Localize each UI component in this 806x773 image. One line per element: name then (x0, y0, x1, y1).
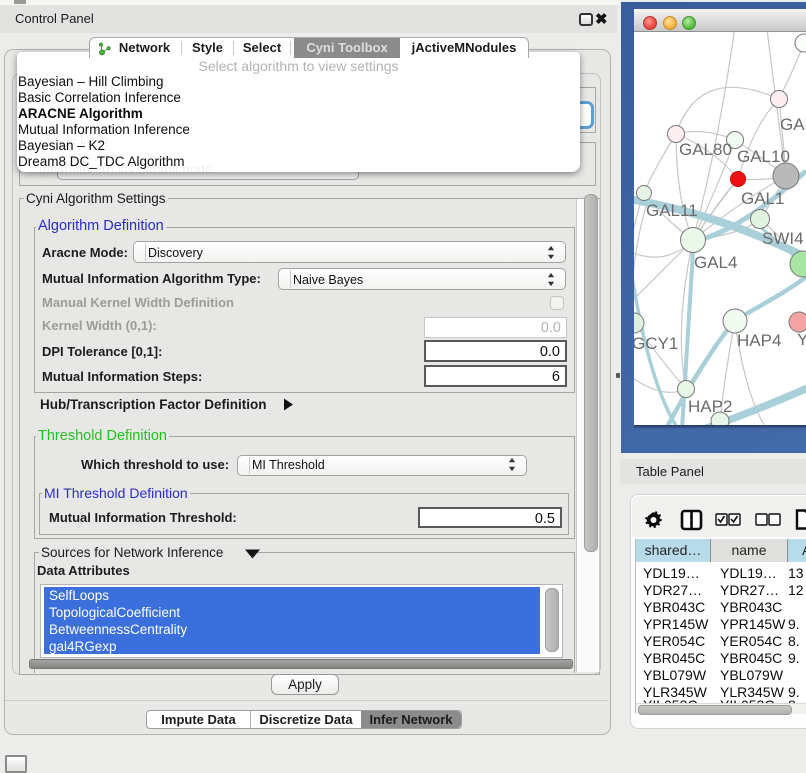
svg-text:GAL1: GAL1 (741, 189, 784, 208)
svg-text:SWI4: SWI4 (762, 229, 804, 248)
svg-text:Y: Y (797, 330, 806, 349)
svg-text:GAL7: GAL7 (780, 115, 806, 134)
svg-text:HAP4: HAP4 (737, 331, 781, 350)
svg-text:GAL4: GAL4 (694, 253, 737, 272)
svg-text:HAP2: HAP2 (688, 397, 732, 416)
svg-text:GAL11: GAL11 (646, 201, 698, 220)
svg-text:GAL80: GAL80 (679, 140, 732, 159)
svg-text:GAL10: GAL10 (737, 147, 790, 166)
svg-text:GCY1: GCY1 (634, 334, 678, 353)
